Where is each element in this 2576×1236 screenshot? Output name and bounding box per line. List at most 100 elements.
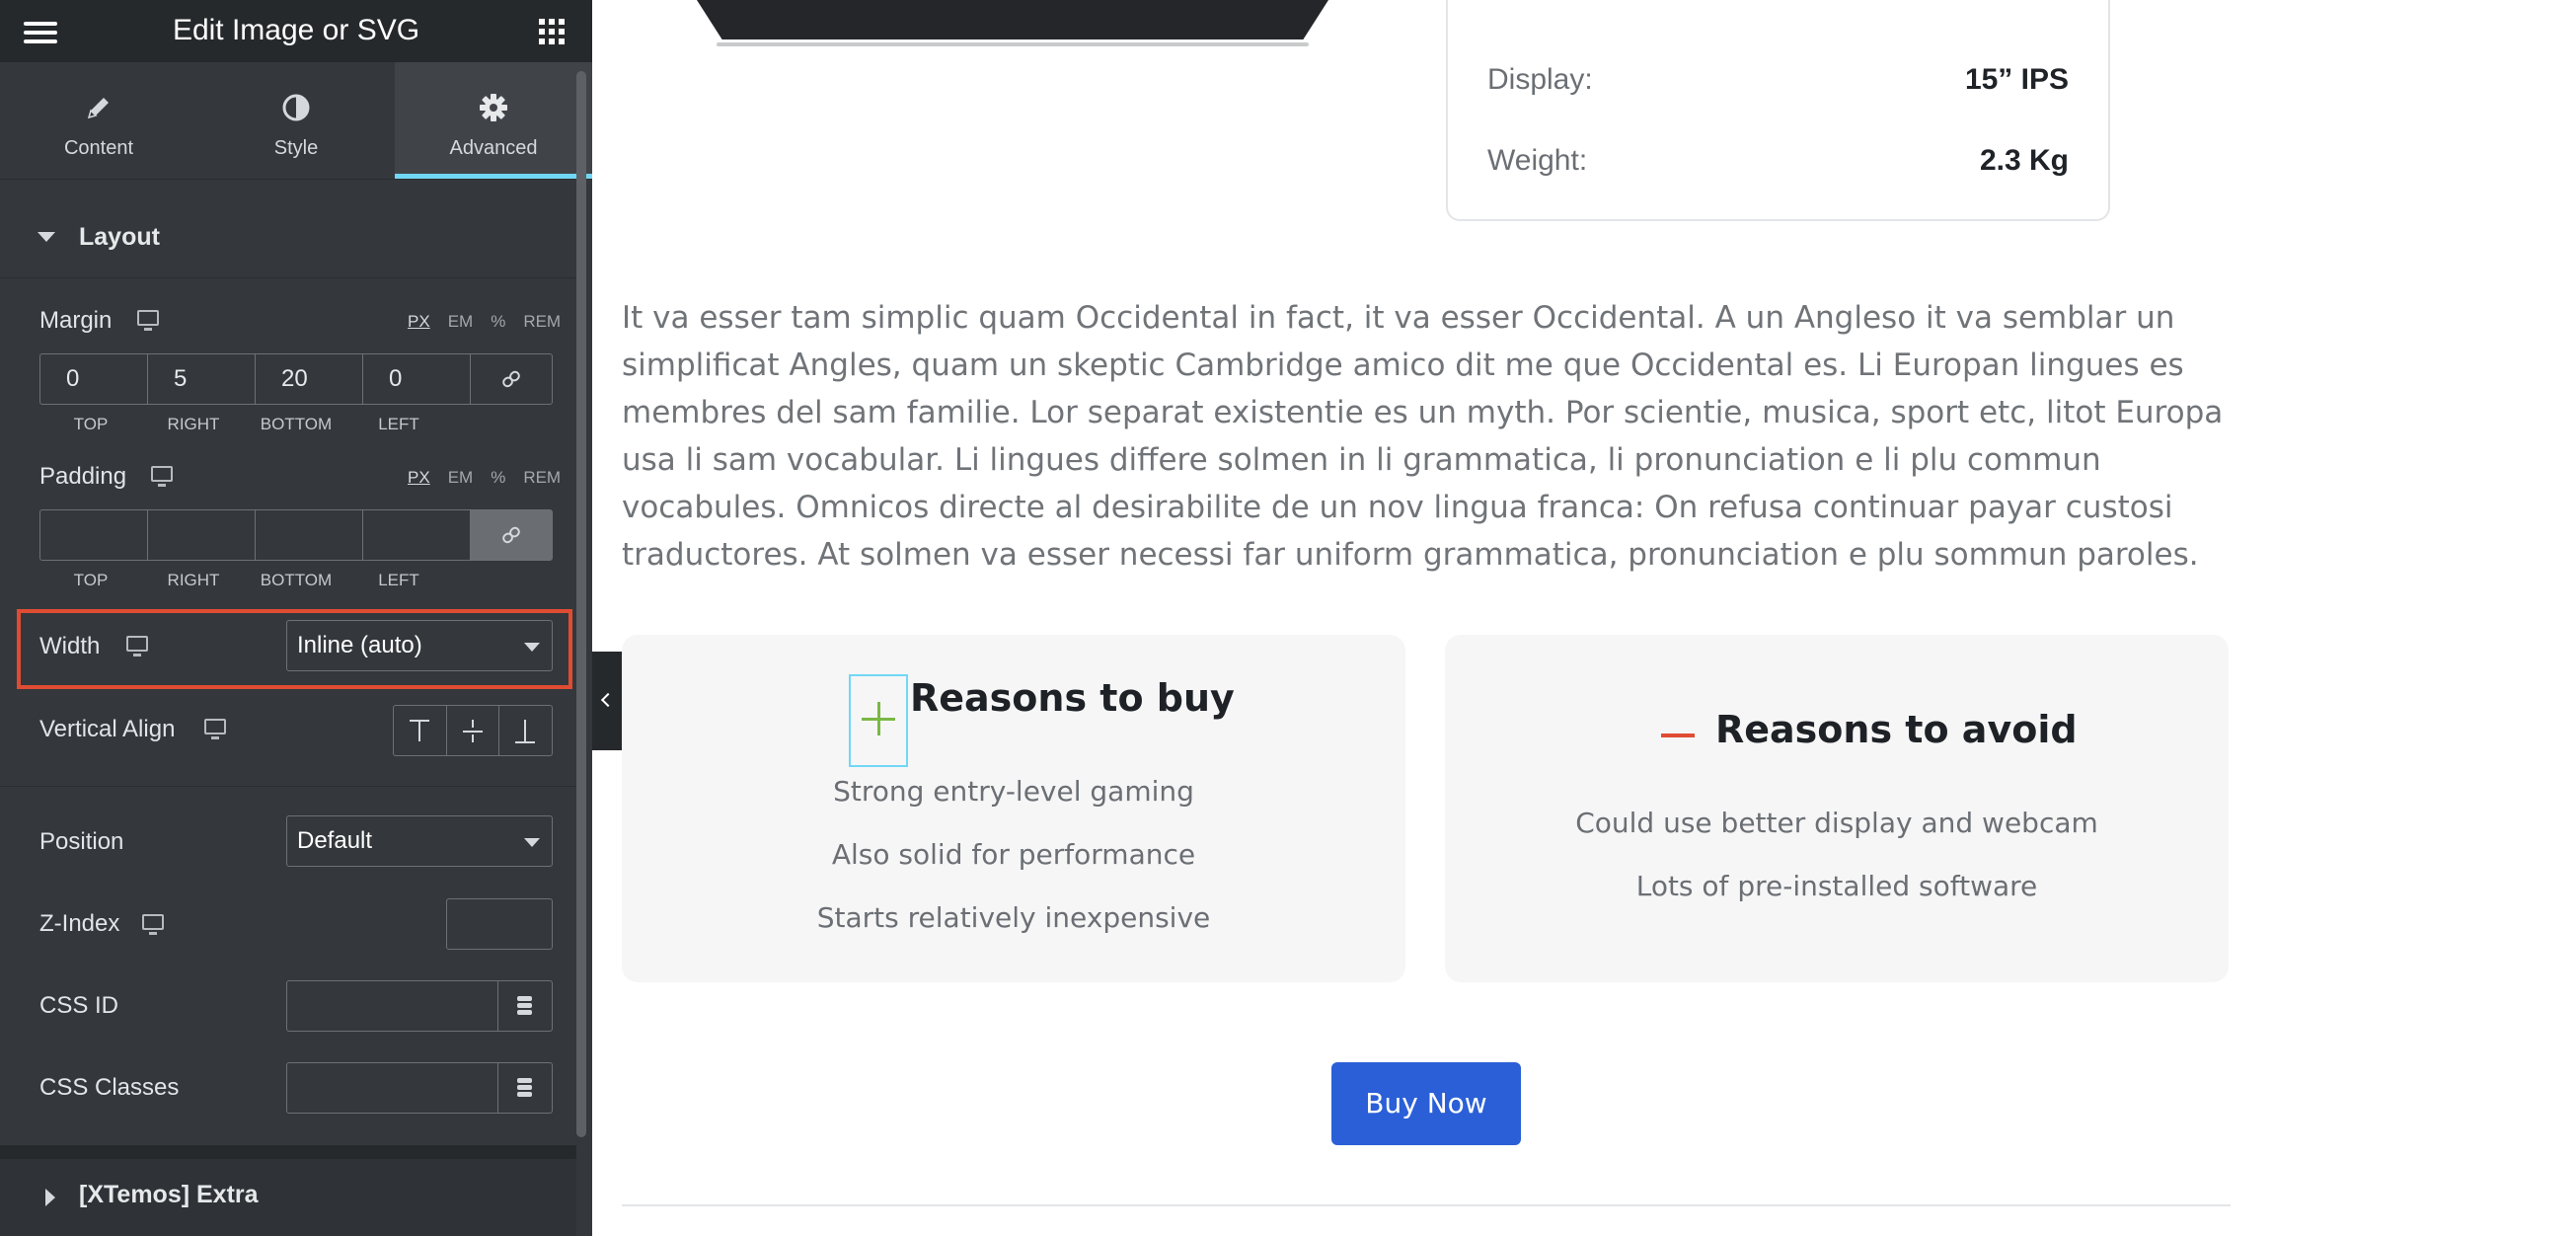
padding-left-input[interactable] <box>363 510 471 560</box>
tab-advanced[interactable]: Advanced <box>395 62 592 179</box>
divider <box>0 786 576 787</box>
margin-side-labels: TOP RIGHT BOTTOM LEFT <box>39 415 553 434</box>
margin-bottom-input[interactable]: 20 <box>256 354 363 404</box>
list-item: Strong entry-level gaming <box>833 775 1194 808</box>
spec-value: 2.3 Kg <box>1979 144 2069 177</box>
selected-widget-outline[interactable] <box>849 674 908 767</box>
buy-now-button[interactable]: Buy Now <box>1331 1062 1521 1145</box>
margin-inputs: 0 5 20 0 <box>39 353 553 405</box>
editor-panel: Edit Image or SVG Content Style Advanced… <box>0 0 592 1236</box>
minus-icon <box>1661 734 1695 737</box>
layout-section-toggle[interactable]: Layout <box>0 198 576 278</box>
unit-em[interactable]: EM <box>448 312 474 331</box>
position-select[interactable]: Default <box>286 815 553 867</box>
margin-top-input[interactable]: 0 <box>40 354 148 404</box>
desktop-icon[interactable] <box>204 719 226 739</box>
reasons-to-avoid-card: Reasons to avoid Could use better displa… <box>1445 635 2229 982</box>
side-label-right: RIGHT <box>167 415 220 433</box>
extra-section-toggle[interactable]: [XTemos] Extra <box>0 1159 576 1236</box>
tab-style[interactable]: Style <box>197 62 395 179</box>
hamburger-menu-icon[interactable] <box>24 22 57 43</box>
dynamic-tags-button[interactable] <box>497 1063 552 1113</box>
link-icon <box>500 369 522 390</box>
list-item: Also solid for performance <box>831 838 1196 871</box>
unit-px[interactable]: PX <box>408 468 430 487</box>
css-id-label: CSS ID <box>39 992 119 1019</box>
unit-percent[interactable]: % <box>491 312 505 331</box>
margin-label: Margin <box>39 307 113 334</box>
align-bottom-button[interactable] <box>499 706 552 755</box>
caret-down-icon <box>38 232 55 242</box>
spec-key: Display: <box>1487 63 1593 96</box>
margin-right-input[interactable]: 5 <box>148 354 256 404</box>
padding-top-input[interactable] <box>40 510 148 560</box>
padding-inputs <box>39 509 553 561</box>
divider <box>622 1204 2231 1206</box>
gear-icon <box>480 94 507 121</box>
list-item: Could use better display and webcam <box>1575 807 2098 839</box>
caret-right-icon <box>45 1189 55 1206</box>
unit-rem[interactable]: REM <box>523 312 561 331</box>
chevron-down-icon <box>524 643 540 652</box>
desktop-icon[interactable] <box>126 636 148 657</box>
chevron-down-icon <box>524 838 540 847</box>
link-icon <box>500 525 522 546</box>
tab-content[interactable]: Content <box>0 62 197 179</box>
padding-bottom-input[interactable] <box>256 510 363 560</box>
unit-em[interactable]: EM <box>448 468 474 487</box>
padding-side-labels: TOP RIGHT BOTTOM LEFT <box>39 571 553 590</box>
align-bottom-icon <box>515 741 536 743</box>
side-label-top: TOP <box>73 415 109 433</box>
side-label-left: LEFT <box>378 415 419 433</box>
plus-icon <box>862 702 895 735</box>
database-icon <box>517 1078 532 1098</box>
margin-units: PX EM% REM <box>390 312 561 332</box>
tab-style-label: Style <box>273 137 319 159</box>
margin-link-button[interactable] <box>471 354 552 404</box>
extra-section: [XTemos] Extra <box>0 1145 576 1236</box>
vertical-align-label: Vertical Align <box>39 716 176 742</box>
side-label-right: RIGHT <box>167 571 220 589</box>
desktop-icon[interactable] <box>142 914 164 935</box>
layout-section-title: Layout <box>79 223 160 251</box>
margin-left-input[interactable]: 0 <box>363 354 471 404</box>
collapse-panel-button[interactable] <box>592 652 624 750</box>
tab-content-label: Content <box>63 137 134 159</box>
panel-scrollbar[interactable] <box>576 71 586 1137</box>
side-label-top: TOP <box>73 571 109 589</box>
dynamic-tags-button[interactable] <box>497 981 552 1031</box>
css-id-input[interactable] <box>286 980 553 1032</box>
z-index-input[interactable] <box>446 898 553 950</box>
reasons-to-buy-card: Reasons to buy Strong entry-level gaming… <box>622 635 1405 982</box>
align-top-button[interactable] <box>394 706 447 755</box>
body-paragraph: It va esser tam simplic quam Occidental … <box>622 300 2224 573</box>
list-item: Starts relatively inexpensive <box>816 901 1211 934</box>
css-classes-label: CSS Classes <box>39 1074 180 1101</box>
spec-value: 15” IPS <box>1964 63 2069 96</box>
extra-section-title: [XTemos] Extra <box>79 1181 259 1208</box>
desktop-icon[interactable] <box>151 466 173 487</box>
apps-grid-icon[interactable] <box>539 19 565 44</box>
width-select[interactable]: Inline (auto) <box>286 620 553 671</box>
padding-link-button[interactable] <box>471 510 552 560</box>
panel-tabs: Content Style Advanced <box>0 62 592 180</box>
database-icon <box>517 996 532 1016</box>
padding-right-input[interactable] <box>148 510 256 560</box>
laptop-image <box>697 0 1328 46</box>
width-select-value: Inline (auto) <box>297 632 422 658</box>
css-classes-input[interactable] <box>286 1062 553 1114</box>
align-middle-button[interactable] <box>447 706 500 755</box>
padding-label: Padding <box>39 463 127 490</box>
unit-px[interactable]: PX <box>408 312 430 331</box>
panel-header: Edit Image or SVG <box>0 0 592 62</box>
pencil-icon <box>87 98 109 119</box>
desktop-icon[interactable] <box>137 310 159 331</box>
spec-key: Weight: <box>1487 144 1588 177</box>
width-label: Width <box>39 633 101 659</box>
vertical-align-group <box>393 705 553 756</box>
unit-rem[interactable]: REM <box>523 468 561 487</box>
z-index-label: Z-Index <box>39 910 120 937</box>
unit-percent[interactable]: % <box>491 468 505 487</box>
side-label-bottom: BOTTOM <box>260 571 333 589</box>
position-select-value: Default <box>297 827 373 854</box>
